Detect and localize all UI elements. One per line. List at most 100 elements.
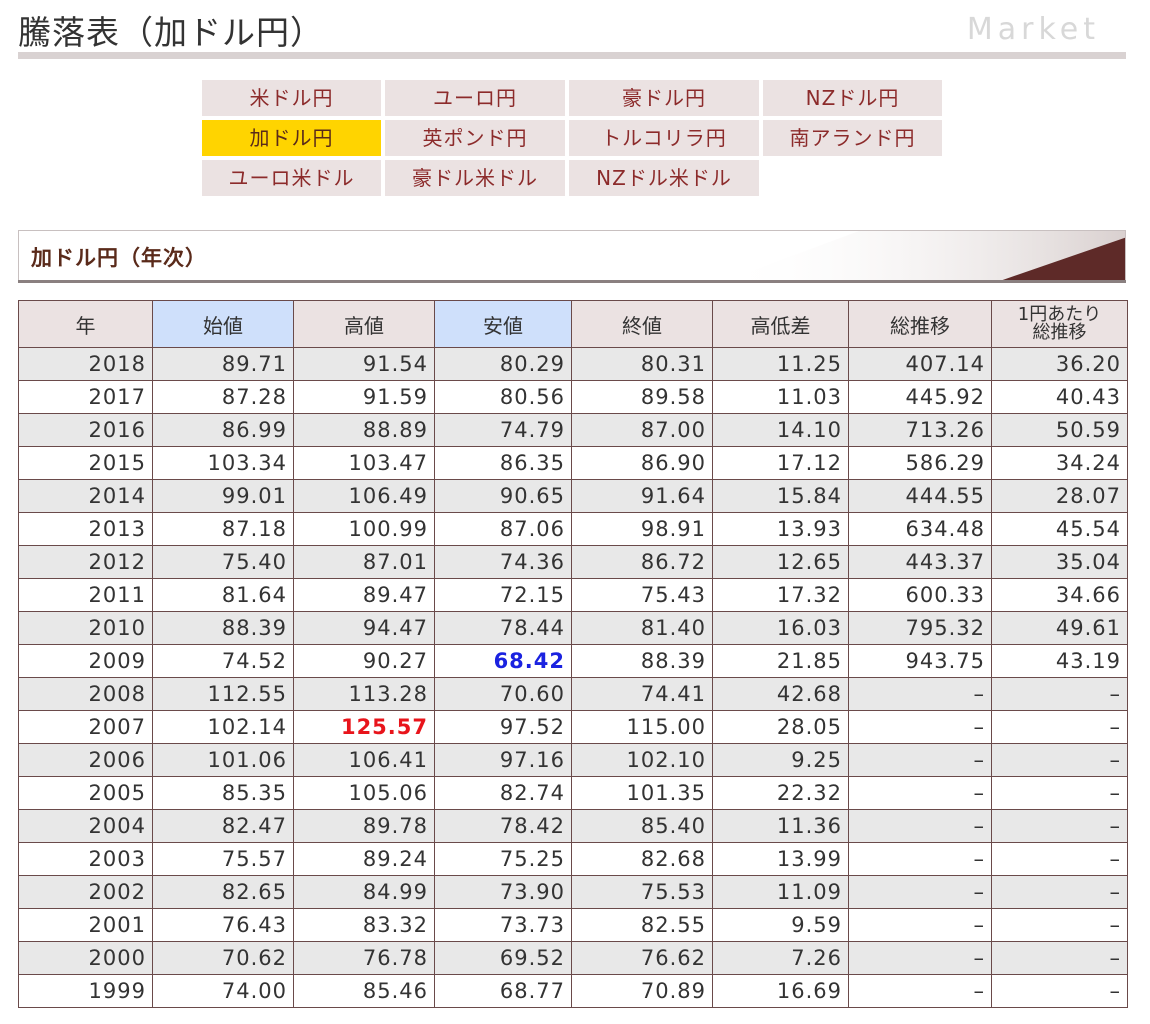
cell-low: 68.42 [434, 644, 572, 678]
cell-high: 103.47 [293, 446, 435, 480]
nav-row: 米ドル円 ユーロ円 豪ドル円 NZドル円 [202, 80, 962, 116]
cell-low: 82.74 [434, 776, 572, 810]
cell-range: 13.99 [712, 842, 849, 876]
annual-rate-table: 年 始値 高値 安値 終値 高低差 総推移 1円あたり 総推移 2018 89.7… [18, 300, 1128, 1008]
cell-movement-per-yen: 40.43 [991, 380, 1128, 414]
cell-total-movement: – [848, 776, 992, 810]
cell-total-movement: 586.29 [848, 446, 992, 480]
tab-aud-usd[interactable]: 豪ドル米ドル [385, 160, 565, 196]
nav-row: 加ドル円 英ポンド円 トルコリラ円 南アランド円 [202, 120, 962, 156]
cell-range: 7.26 [712, 941, 849, 975]
cell-movement-per-yen: 28.07 [991, 479, 1128, 513]
cell-range: 17.12 [712, 446, 849, 480]
table-row: 2017 87.28 91.59 80.56 89.58 11.03 445.92 40.43 [18, 380, 1128, 414]
tab-eur-jpy[interactable]: ユーロ円 [385, 80, 565, 116]
cell-open: 85.35 [152, 776, 294, 810]
cell-low: 97.52 [434, 710, 572, 744]
cell-range: 16.69 [712, 974, 849, 1008]
cell-year: 2006 [18, 743, 153, 777]
cell-high: 91.59 [293, 380, 435, 414]
cell-close: 76.62 [571, 941, 713, 975]
cell-open: 89.71 [152, 347, 294, 381]
title-divider [18, 52, 1126, 59]
cell-total-movement: – [848, 677, 992, 711]
tab-eur-usd[interactable]: ユーロ米ドル [202, 160, 381, 196]
tab-zar-jpy[interactable]: 南アランド円 [763, 120, 942, 156]
tab-nzd-jpy[interactable]: NZドル円 [763, 80, 942, 116]
tab-gbp-jpy[interactable]: 英ポンド円 [385, 120, 565, 156]
table-row: 2012 75.40 87.01 74.36 86.72 12.65 443.37 35.04 [18, 545, 1128, 579]
cell-open: 112.55 [152, 677, 294, 711]
cell-range: 17.32 [712, 578, 849, 612]
cell-low: 69.52 [434, 941, 572, 975]
table-body: 2018 89.71 91.54 80.29 80.31 11.25 407.14 36.20… [18, 347, 1128, 1008]
tab-nzd-usd[interactable]: NZドル米ドル [569, 160, 759, 196]
cell-high: 125.57 [293, 710, 435, 744]
tab-cad-jpy[interactable]: 加ドル円 [202, 120, 381, 156]
cell-total-movement: – [848, 710, 992, 744]
cell-high: 90.27 [293, 644, 435, 678]
cell-total-movement: – [848, 974, 992, 1008]
cell-open: 102.14 [152, 710, 294, 744]
col-header-open: 始値 [152, 300, 294, 348]
cell-open: 101.06 [152, 743, 294, 777]
tab-aud-jpy[interactable]: 豪ドル円 [569, 80, 759, 116]
cell-open: 103.34 [152, 446, 294, 480]
cell-open: 75.57 [152, 842, 294, 876]
col-header-total-movement: 総推移 [848, 300, 992, 348]
cell-close: 115.00 [571, 710, 713, 744]
cell-range: 9.25 [712, 743, 849, 777]
nav-row: ユーロ米ドル 豪ドル米ドル NZドル米ドル [202, 160, 962, 196]
col-header-year: 年 [18, 300, 153, 348]
cell-low: 86.35 [434, 446, 572, 480]
cell-low: 75.25 [434, 842, 572, 876]
cell-close: 82.55 [571, 908, 713, 942]
table-row: 1999 74.00 85.46 68.77 70.89 16.69– – [18, 974, 1128, 1008]
cell-high: 106.49 [293, 479, 435, 513]
cell-close: 91.64 [571, 479, 713, 513]
cell-open: 70.62 [152, 941, 294, 975]
section-divider [18, 280, 1126, 283]
cell-movement-per-yen: – [991, 941, 1128, 975]
cell-close: 70.89 [571, 974, 713, 1008]
cell-open: 82.65 [152, 875, 294, 909]
cell-low: 78.42 [434, 809, 572, 843]
cell-year: 2015 [18, 446, 153, 480]
currency-pair-nav: 米ドル円 ユーロ円 豪ドル円 NZドル円 加ドル円 英ポンド円 トルコリラ円 南… [202, 80, 962, 200]
table-row: 2018 89.71 91.54 80.29 80.31 11.25 407.14 36.20 [18, 347, 1128, 381]
cell-year: 2005 [18, 776, 153, 810]
cell-year: 2004 [18, 809, 153, 843]
tab-try-jpy[interactable]: トルコリラ円 [569, 120, 759, 156]
cell-range: 15.84 [712, 479, 849, 513]
cell-year: 1999 [18, 974, 153, 1008]
table-row: 2007 102.14 125.57 97.52 115.00 28.05– – [18, 710, 1128, 744]
table-row: 2006 101.06 106.41 97.16 102.10 9.25– – [18, 743, 1128, 777]
cell-close: 81.40 [571, 611, 713, 645]
table-row: 2000 70.62 76.78 69.52 76.62 7.26– – [18, 941, 1128, 975]
cell-close: 88.39 [571, 644, 713, 678]
cell-year: 2016 [18, 413, 153, 447]
cell-open: 99.01 [152, 479, 294, 513]
table-row: 2003 75.57 89.24 75.25 82.68 13.99– – [18, 842, 1128, 876]
cell-year: 2012 [18, 545, 153, 579]
cell-total-movement: 943.75 [848, 644, 992, 678]
cell-high: 106.41 [293, 743, 435, 777]
cell-open: 75.40 [152, 545, 294, 579]
tab-usd-jpy[interactable]: 米ドル円 [202, 80, 381, 116]
cell-movement-per-yen: – [991, 677, 1128, 711]
cell-close: 89.58 [571, 380, 713, 414]
cell-movement-per-yen: – [991, 875, 1128, 909]
page-title: 騰落表（加ドル円） [18, 13, 324, 52]
cell-low: 80.56 [434, 380, 572, 414]
cell-low: 68.77 [434, 974, 572, 1008]
cell-year: 2002 [18, 875, 153, 909]
cell-low: 74.36 [434, 545, 572, 579]
cell-open: 81.64 [152, 578, 294, 612]
table-row: 2004 82.47 89.78 78.42 85.40 11.36– – [18, 809, 1128, 843]
cell-total-movement: 600.33 [848, 578, 992, 612]
cell-high: 85.46 [293, 974, 435, 1008]
cell-close: 85.40 [571, 809, 713, 843]
cell-year: 2003 [18, 842, 153, 876]
table-row: 2010 88.39 94.47 78.44 81.40 16.03 795.32 49.61 [18, 611, 1128, 645]
cell-movement-per-yen: – [991, 842, 1128, 876]
